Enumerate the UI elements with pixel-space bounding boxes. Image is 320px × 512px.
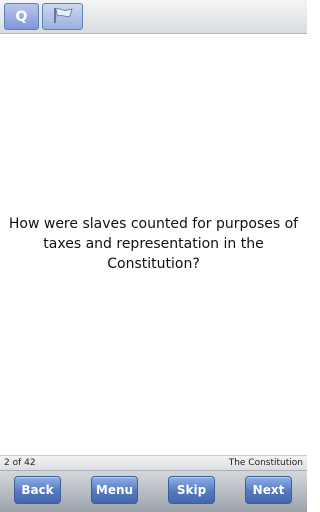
bottom-nav: Back Menu Skip Next bbox=[0, 471, 307, 512]
question-line: taxes and representation in the bbox=[43, 236, 264, 252]
menu-button[interactable]: Menu bbox=[91, 476, 138, 504]
flag-tab[interactable] bbox=[42, 3, 83, 30]
question-line: Constitution? bbox=[107, 256, 200, 272]
status-bar: 2 of 42 The Constitution bbox=[0, 455, 307, 471]
question-tab-label: Q bbox=[15, 8, 28, 25]
flag-icon bbox=[51, 6, 75, 28]
progress-counter: 2 of 42 bbox=[4, 458, 36, 468]
skip-button[interactable]: Skip bbox=[168, 476, 215, 504]
top-toolbar: Q bbox=[0, 0, 307, 34]
next-button[interactable]: Next bbox=[245, 476, 292, 504]
question-tab[interactable]: Q bbox=[4, 3, 39, 30]
back-button[interactable]: Back bbox=[14, 476, 61, 504]
category-label: The Constitution bbox=[228, 458, 303, 468]
question-text: How were slaves counted for purposes of … bbox=[0, 214, 307, 274]
question-line: How were slaves counted for purposes of bbox=[8, 216, 299, 232]
